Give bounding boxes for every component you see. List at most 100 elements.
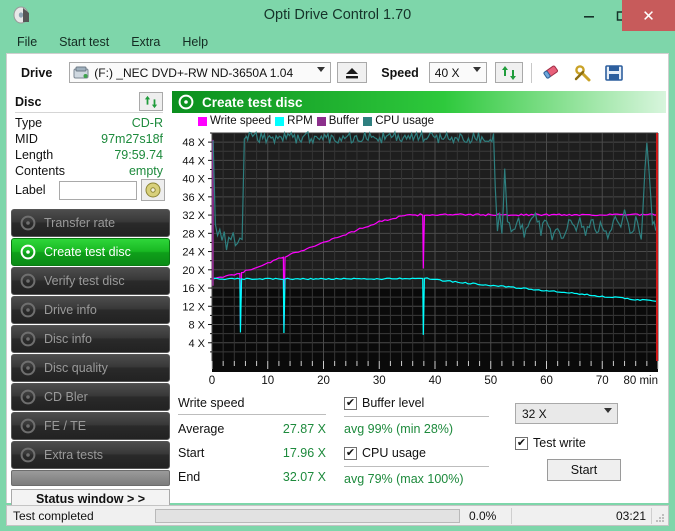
stat-key: End [178, 470, 201, 484]
sidebar-item-label: Verify test disc [44, 274, 125, 288]
drive-value: (F:) _NEC DVD+-RW ND-3650A 1.04 [94, 65, 294, 80]
svg-text:10: 10 [261, 375, 274, 387]
stats-panel: Write speed Average 27.87 X Start 17.96 … [172, 394, 666, 501]
disc-test-icon [178, 94, 194, 110]
disc-row-contents: Contents empty [15, 163, 163, 179]
menu-item-start-test[interactable]: Start test [48, 33, 120, 51]
write-speed-select[interactable]: 32 X [515, 403, 618, 424]
drive-select[interactable]: (F:) _NEC DVD+-RW ND-3650A 1.04 [69, 62, 332, 83]
menu-item-file[interactable]: File [6, 33, 48, 51]
write-speed-title: Write speed [178, 396, 245, 410]
cpu-usage-checkbox-row[interactable]: ✔ CPU usage [344, 446, 426, 460]
close-button[interactable]: ✕ [622, 0, 675, 31]
sidebar-item-extra-tests[interactable]: Extra tests [11, 441, 170, 469]
menu-item-help[interactable]: Help [171, 33, 219, 51]
start-button[interactable]: Start [547, 459, 621, 481]
drive-label: Drive [21, 65, 53, 80]
title-bar: Opti Drive Control 1.70 ✕ [0, 0, 675, 31]
disc-test-icon [20, 215, 36, 231]
status-separator [511, 508, 512, 524]
disc-row-key: Contents [15, 164, 66, 178]
resize-grip[interactable] [655, 512, 665, 522]
sidebar-item-disc-info[interactable]: Disc info [11, 325, 170, 353]
svg-text:70: 70 [596, 375, 609, 387]
sidebar-item-label: Disc quality [44, 361, 108, 375]
buffer-level-summary: avg 99% (min 28%) [344, 422, 454, 436]
sidebar-nav: Transfer rate Create test disc Verify te… [11, 209, 170, 509]
svg-text:8 X: 8 X [188, 320, 205, 332]
sidebar-item-transfer-rate[interactable]: Transfer rate [11, 209, 170, 237]
legend-entry-buffer: Buffer [316, 115, 360, 127]
refresh-button[interactable] [494, 62, 523, 83]
disc-test-icon [20, 273, 36, 289]
disc-row-value: 79:59.74 [114, 148, 163, 162]
chevron-down-icon [604, 408, 612, 413]
buffer-level-label: Buffer level [362, 396, 425, 410]
svg-text:36 X: 36 X [182, 192, 205, 204]
legend-label: RPM [287, 115, 313, 127]
label-input[interactable] [59, 180, 137, 200]
left-panel: Disc Type CD-R MID 97m27s18f Length 79:5… [7, 91, 170, 509]
svg-text:30: 30 [373, 375, 386, 387]
sidebar-item-verify-test-disc[interactable]: Verify test disc [11, 267, 170, 295]
buffer-level-checkbox[interactable]: ✔ [344, 396, 357, 410]
disc-row-key: MID [15, 132, 38, 146]
sidebar-item-drive-info[interactable]: Drive info [11, 296, 170, 324]
disc-row-value: 97m27s18f [101, 132, 163, 146]
tools-icon[interactable] [572, 63, 594, 83]
stat-value: 27.87 X [282, 422, 326, 436]
svg-text:50: 50 [484, 375, 497, 387]
svg-text:44 X: 44 X [182, 155, 205, 167]
stat-row-average: Average 27.87 X [178, 422, 326, 438]
save-icon[interactable] [603, 63, 625, 83]
sidebar-item-cd-bler[interactable]: CD Bler [11, 383, 170, 411]
test-write-checkbox-row[interactable]: ✔ Test write [515, 436, 586, 450]
sidebar-item-fe-te[interactable]: FE / TE [11, 412, 170, 440]
label-row: Label [15, 179, 165, 201]
sidebar-item-create-test-disc[interactable]: Create test disc [11, 238, 170, 266]
svg-text:40 X: 40 X [182, 174, 205, 186]
eject-button[interactable] [337, 62, 368, 83]
legend-label: Write speed [210, 115, 272, 127]
minimize-button[interactable] [572, 0, 605, 31]
speed-select[interactable]: 40 X [428, 62, 487, 83]
svg-text:60: 60 [540, 375, 553, 387]
svg-text:12 X: 12 X [182, 301, 205, 313]
eraser-icon[interactable] [541, 63, 563, 83]
status-message: Test completed [13, 508, 94, 523]
legend-label: CPU usage [375, 115, 435, 127]
menu-bar: File Start test Extra Help [6, 31, 669, 53]
menu-item-extra[interactable]: Extra [120, 33, 171, 51]
stat-key: Start [178, 446, 205, 460]
legend-label: Buffer [328, 115, 360, 127]
chevron-down-icon [317, 67, 326, 72]
chart: 4 X 8 X 12 X 16 X 20 X 24 X 28 X 32 X 36 X 40 X 44… [172, 129, 666, 394]
disc-row-mid: MID 97m27s18f [15, 131, 163, 147]
disc-test-icon [20, 302, 36, 318]
label-disc-button[interactable] [141, 179, 165, 201]
speed-label: Speed [381, 65, 419, 80]
sidebar-item-disc-quality[interactable]: Disc quality [11, 354, 170, 382]
sidebar-spacer [11, 470, 170, 486]
disc-row-type: Type CD-R [15, 115, 163, 131]
sidebar-item-label: Disc info [44, 332, 92, 346]
buffer-level-checkbox-row[interactable]: ✔ Buffer level [344, 396, 424, 410]
progress-percent: 0.0% [469, 509, 497, 523]
test-write-checkbox[interactable]: ✔ [515, 436, 528, 450]
svg-text:20: 20 [317, 375, 330, 387]
section-title: Create test disc [202, 94, 303, 110]
disc-test-icon [20, 331, 36, 347]
cpu-usage-checkbox[interactable]: ✔ [344, 446, 357, 460]
drive-toolbar: Drive (F:) _NEC DVD+-RW ND-3650A 1.04 Sp… [7, 54, 668, 91]
disc-refresh-button[interactable] [139, 92, 163, 111]
section-header: Create test disc [172, 91, 666, 113]
status-separator [651, 508, 652, 524]
svg-text:24 X: 24 X [182, 247, 205, 259]
legend-entry-write-speed: Write speed [198, 115, 271, 127]
chart-legend: Write speed RPM Buffer CPU usage [198, 114, 434, 128]
svg-text:16 X: 16 X [182, 283, 205, 295]
legend-swatch [363, 116, 373, 126]
chart-canvas: 4 X 8 X 12 X 16 X 20 X 24 X 28 X 32 X 36 X 40 X 44… [182, 129, 659, 387]
svg-text:48 X: 48 X [182, 137, 205, 149]
application-window: Opti Drive Control 1.70 ✕ File Start tes… [0, 0, 675, 531]
